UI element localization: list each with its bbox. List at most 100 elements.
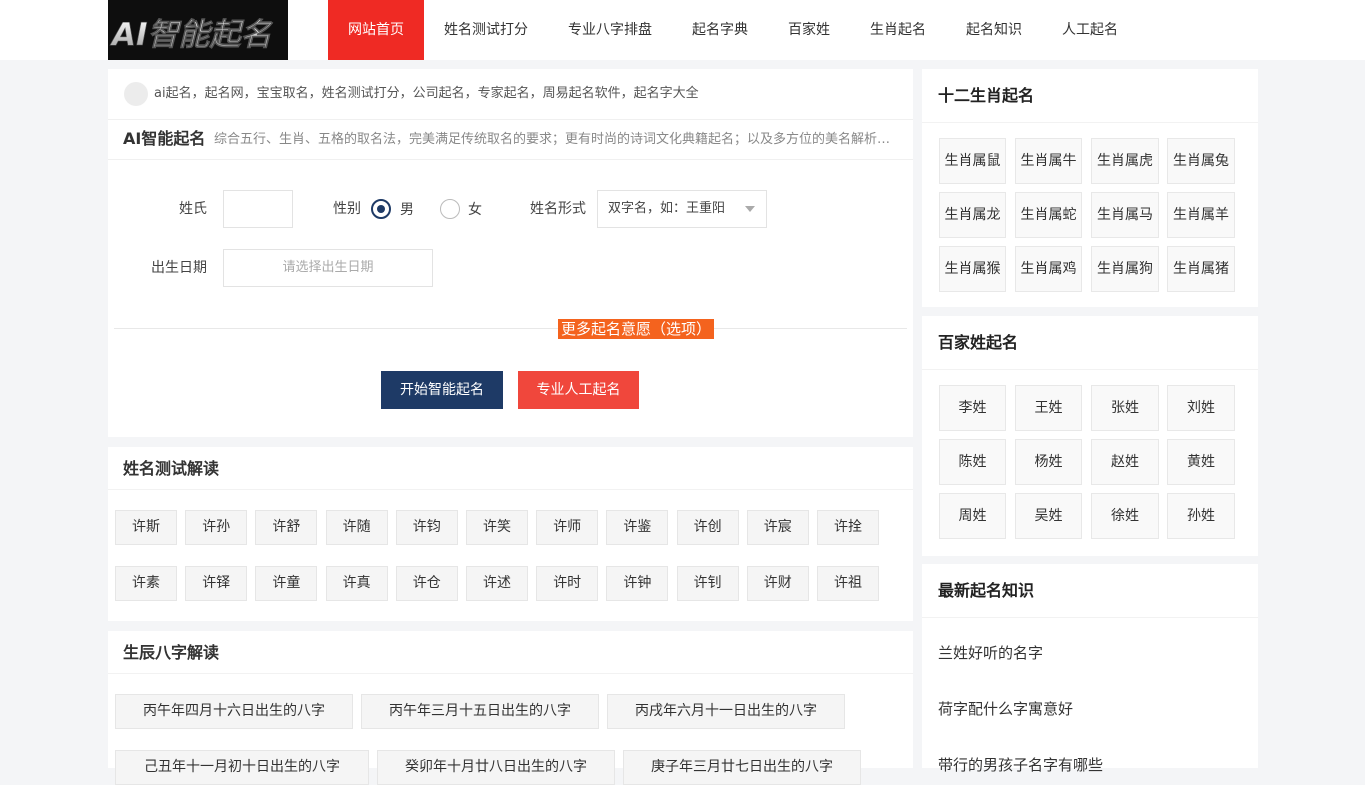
name-test-chip[interactable]: 许童 [255,566,318,601]
manual-naming-button[interactable]: 专业人工起名 [518,371,639,409]
start-ai-naming-button[interactable]: 开始智能起名 [381,371,503,409]
surname-title: 百家姓起名 [938,333,1019,352]
name-test-chip[interactable]: 许钟 [606,566,669,601]
options-divider [114,328,907,329]
knowledge-header: 最新起名知识 [922,564,1258,618]
zodiac-tile[interactable]: 生肖属马 [1091,192,1159,238]
surname-label: 姓氏 [179,201,207,217]
name-test-chip[interactable]: 许钧 [395,510,458,545]
surname-tile[interactable]: 王姓 [1015,385,1082,431]
nav-item-bazi[interactable]: 专业八字排盘 [548,0,672,60]
name-test-section: 姓名测试解读 许斯 许孙 许舒 许随 许钧 许笑 许师 许鉴 许创 许宸 许拴 许素 许铎 许童 许真 许仓许… [108,447,913,621]
name-test-chip[interactable]: 许素 [115,566,177,601]
surname-tile[interactable]: 孙姓 [1167,493,1235,539]
zodiac-tile[interactable]: 生肖属猪 [1167,246,1235,292]
surname-tile[interactable]: 刘姓 [1167,385,1235,431]
zodiac-tile[interactable]: 生肖属龙 [939,192,1006,238]
gender-female-label[interactable]: 女 [468,200,482,220]
knowledge-panel: 最新起名知识 兰姓好听的名字荷字配什么字寓意好带行的男孩子名字有哪些 [922,564,1258,774]
bazi-chip[interactable]: 丙戌年六月十一日出生的八字 [607,694,845,729]
name-test-chip[interactable]: 许拴 [817,510,879,545]
knowledge-item[interactable]: 荷字配什么字寓意好 [938,698,1073,719]
knowledge-item[interactable]: 带行的男孩子名字有哪些 [938,754,1103,775]
name-test-chip[interactable]: 许孙 [185,510,248,545]
name-test-title: 姓名测试解读 [123,459,220,478]
name-test-chip[interactable]: 许真 [325,566,388,601]
name-test-chip[interactable]: 许述 [466,566,528,601]
breadcrumb: ai起名，起名网，宝宝取名，姓名测试打分，公司起名，专家起名，周易起名软件，起名… [108,69,913,119]
knowledge-item[interactable]: 兰姓好听的名字 [938,642,1043,663]
name-test-chip[interactable]: 许创 [676,510,739,545]
name-test-chip[interactable]: 许鉴 [606,510,669,545]
nav-item-knowledge[interactable]: 起名知识 [946,0,1042,60]
nav-item-manual[interactable]: 人工起名 [1042,0,1138,60]
nav-item-home[interactable]: 网站首页 [328,0,424,60]
name-test-chip[interactable]: 许仓 [395,566,458,601]
zodiac-tile[interactable]: 生肖属牛 [1015,138,1082,184]
name-test-chip[interactable]: 许钊 [676,566,739,601]
name-type-value: 双字名，如：王重阳 [608,201,726,216]
name-type-label: 姓名形式 [530,201,586,217]
nav-item-zodiac[interactable]: 生肖起名 [850,0,946,60]
form-title: AI智能起名 [123,129,206,148]
name-type-select[interactable]: 双字名，如：王重阳 [597,190,767,228]
bazi-chip[interactable]: 丙午年三月十五日出生的八字 [361,694,599,729]
main-nav: 网站首页 姓名测试打分 专业八字排盘 起名字典 百家姓 生肖起名 起名知识 人工… [328,0,1138,60]
logo-graphic: AI智能起名 [109,17,274,54]
zodiac-tile[interactable]: 生肖属猴 [939,246,1006,292]
name-test-chip[interactable]: 许时 [536,566,599,601]
gender-male-label[interactable]: 男 [400,200,414,220]
bazi-section: 生辰八字解读 丙午年四月十六日出生的八字 丙午年三月十五日出生的八字 丙戌年六月十一… [108,631,913,785]
zodiac-tile[interactable]: 生肖属鸡 [1015,246,1082,292]
more-options-toggle[interactable]: 更多起名意愿（选项） [558,319,715,339]
name-test-chip[interactable]: 许铎 [185,566,248,601]
name-test-chip[interactable]: 许师 [536,510,599,545]
surname-panel: 百家姓起名 李姓 王姓 张姓 刘姓陈姓 杨姓 赵姓 黄姓周姓 吴姓 徐姓 孙姓 [922,316,1258,556]
name-test-chip[interactable]: 许笑 [466,510,528,545]
nav-item-dictionary[interactable]: 起名字典 [672,0,768,60]
zodiac-tile[interactable]: 生肖属鼠 [939,138,1006,184]
form-title-row: AI智能起名 综合五行、生肖、五格的取名法，完美满足传统取名的要求；更有时尚的诗… [108,120,913,160]
form-description: 综合五行、生肖、五格的取名法，完美满足传统取名的要求；更有时尚的诗词文化典籍起名… [214,132,900,147]
name-test-chip[interactable]: 许宸 [746,510,809,545]
zodiac-tile[interactable]: 生肖属兔 [1167,138,1235,184]
chevron-down-icon [745,206,755,212]
bazi-header: 生辰八字解读 [108,631,913,674]
surname-tile[interactable]: 赵姓 [1091,439,1159,485]
surname-tile[interactable]: 张姓 [1091,385,1159,431]
name-test-chip[interactable]: 许舒 [255,510,318,545]
name-test-chip[interactable]: 许随 [325,510,388,545]
birth-date-input[interactable]: 请选择出生日期 [223,249,433,287]
zodiac-tile[interactable]: 生肖属蛇 [1015,192,1082,238]
breadcrumb-text: ai起名，起名网，宝宝取名，姓名测试打分，公司起名，专家起名，周易起名软件，起名… [154,86,699,101]
surname-tile[interactable]: 吴姓 [1015,493,1082,539]
surname-input[interactable] [223,190,293,228]
gender-label: 性别 [333,201,361,217]
surname-tile[interactable]: 周姓 [939,493,1006,539]
home-icon[interactable] [124,82,148,106]
bazi-chip[interactable]: 丙午年四月十六日出生的八字 [115,694,353,729]
naming-form: AI智能起名 综合五行、生肖、五格的取名法，完美满足传统取名的要求；更有时尚的诗… [108,119,913,437]
zodiac-title: 十二生肖起名 [938,86,1035,105]
bazi-title: 生辰八字解读 [123,643,220,662]
name-test-chip[interactable]: 许财 [746,566,809,601]
surname-header: 百家姓起名 [922,316,1258,370]
site-logo[interactable]: AI智能起名 [108,0,288,60]
surname-tile[interactable]: 李姓 [939,385,1006,431]
surname-tile[interactable]: 徐姓 [1091,493,1159,539]
top-header: AI智能起名 网站首页 姓名测试打分 专业八字排盘 起名字典 百家姓 生肖起名 … [0,0,1365,60]
logo-text: AI智能起名 [109,17,274,53]
nav-item-surnames[interactable]: 百家姓 [768,0,850,60]
gender-male-radio[interactable] [371,199,391,219]
surname-tile[interactable]: 黄姓 [1167,439,1235,485]
nav-item-name-test[interactable]: 姓名测试打分 [424,0,548,60]
gender-female-radio[interactable] [440,199,460,219]
zodiac-tile[interactable]: 生肖属虎 [1091,138,1159,184]
surname-tile[interactable]: 杨姓 [1015,439,1082,485]
surname-tile[interactable]: 陈姓 [939,439,1006,485]
zodiac-tile[interactable]: 生肖属羊 [1167,192,1235,238]
knowledge-title: 最新起名知识 [938,581,1035,600]
name-test-chip[interactable]: 许祖 [817,566,879,601]
name-test-chip[interactable]: 许斯 [115,510,177,545]
zodiac-tile[interactable]: 生肖属狗 [1091,246,1159,292]
